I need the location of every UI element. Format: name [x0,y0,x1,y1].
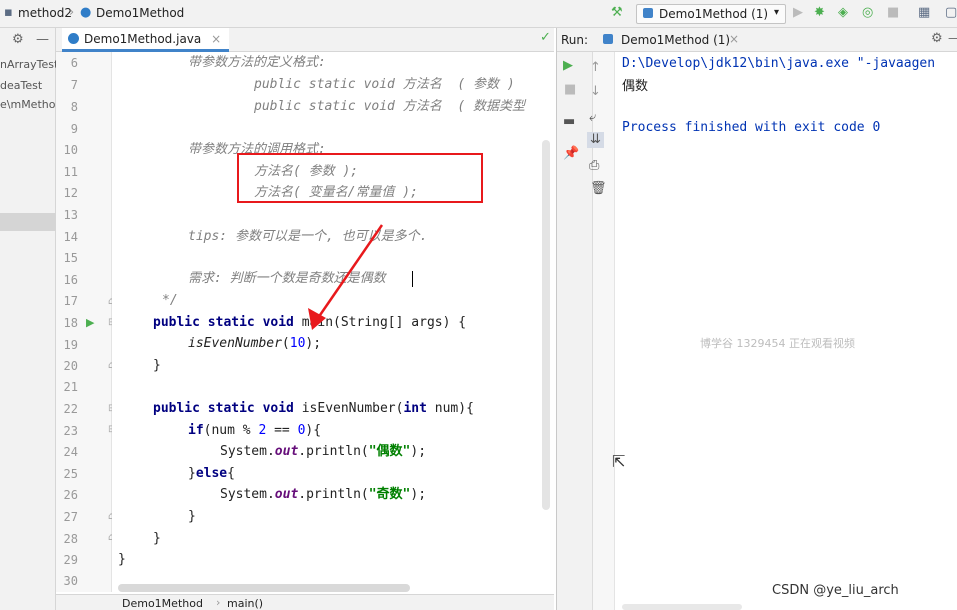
line-number: 15 [63,251,78,265]
stop-icon[interactable]: ■ [564,82,576,98]
arrow-down-icon[interactable]: ↓ [590,84,601,100]
line-number: 24 [63,445,78,459]
line-number: 19 [63,338,78,352]
arrow-up-icon[interactable]: ↑ [590,60,601,76]
pin-icon[interactable]: 📌 [563,146,579,162]
line-number: 28 [63,532,78,546]
breadcrumb-method[interactable]: main() [227,597,263,610]
line-number: 29 [63,553,78,567]
line-number: 18 [63,316,78,330]
run-header: Run: Demo1Method (1) × ⚙ — [557,28,957,52]
line-number: 25 [63,467,78,481]
config-icon [603,34,613,44]
line-number: 17 [63,294,78,308]
console-command-line: D:\Develop\jdk12\bin\java.exe "-javaagen [622,56,936,71]
line-number: 21 [63,380,78,394]
chevron-right-icon: › [216,596,221,609]
run-tool-window: Run: Demo1Method (1) × ⚙ — ▶ ■ ▬ 📌 ↑ ↓ ⤶… [556,28,957,610]
run-tab-label[interactable]: Demo1Method (1) [621,33,730,47]
line-number: 22 [63,402,78,416]
run-label: Run: [561,33,589,47]
scroll-end-icon[interactable]: ⇊ [587,132,604,148]
csdn-watermark: CSDN @ye_liu_arch [772,583,899,598]
editor-breadcrumb-bar: Demo1Method › main() [56,594,554,610]
line-number: 11 [63,165,78,179]
console-output: 偶数 [622,79,649,94]
line-number: 10 [63,143,78,157]
restore-layout-icon[interactable]: ▬ [563,114,575,130]
rerun-icon[interactable]: ▶ [563,58,573,74]
soft-wrap-icon[interactable]: ⤶ [589,110,596,126]
line-number: 23 [63,424,78,438]
line-number: 7 [70,78,78,92]
line-number: 14 [63,230,78,244]
line-number: 30 [63,574,78,588]
trash-icon[interactable]: 🗑 [590,181,607,197]
line-number: 20 [63,359,78,373]
line-number: 26 [63,488,78,502]
line-number: 13 [63,208,78,222]
line-number: 16 [63,273,78,287]
print-icon[interactable]: ⎙ [589,158,599,174]
settings-icon[interactable]: ⚙ [931,31,943,46]
line-number: 12 [63,186,78,200]
line-number: 27 [63,510,78,524]
console-horizontal-scrollbar[interactable] [622,604,742,610]
line-number: 8 [70,100,78,114]
mouse-cursor-icon: ⇱ [612,452,626,471]
minimize-icon[interactable]: — [948,31,957,45]
line-number: 9 [70,122,78,136]
breadcrumb-class[interactable]: Demo1Method [122,597,203,610]
video-watermark: 博学谷 1329454 正在观看视频 [700,337,855,350]
console-exit-message: Process finished with exit code 0 [622,120,881,135]
line-number: 6 [70,56,78,70]
close-icon[interactable]: × [729,32,739,46]
